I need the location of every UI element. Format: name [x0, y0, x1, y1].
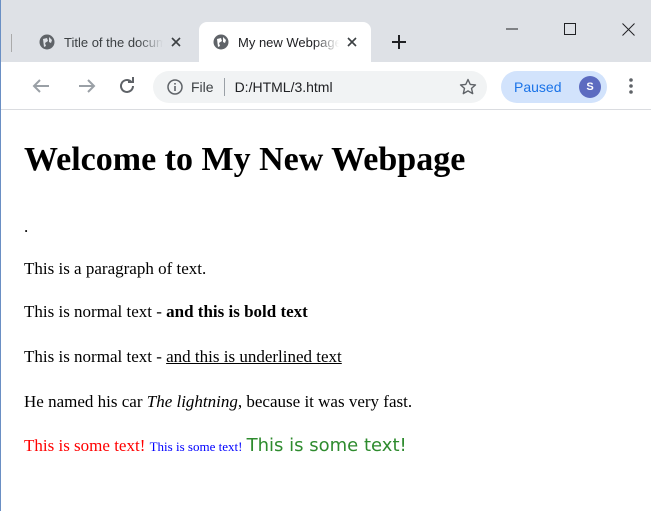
bold-text: and this is bold text: [166, 302, 308, 321]
normal-text: This is normal text -: [24, 302, 167, 321]
colored-text-line: This is some text! This is some text! Th…: [24, 435, 407, 458]
more-vert-icon[interactable]: [619, 74, 643, 98]
page-content: Welcome to My New Webpage . This is a pa…: [1, 110, 651, 511]
arrow-right-icon[interactable]: [75, 74, 99, 98]
close-icon[interactable]: [605, 14, 651, 44]
profile-status: Paused: [514, 79, 562, 95]
browser-window: Title of the document My new Webpage: [0, 0, 651, 511]
tab-title: My new Webpage: [238, 34, 339, 50]
italic-text: The lightning: [146, 392, 238, 411]
close-icon[interactable]: [343, 33, 361, 51]
bold-line: This is normal text - and this is bold t…: [24, 301, 308, 323]
arrow-left-icon[interactable]: [29, 74, 53, 98]
url-divider: [223, 78, 225, 96]
globe-icon: [213, 34, 229, 50]
paragraph-text: This is a paragraph of text.: [24, 259, 207, 278]
tab-strip: Title of the document My new Webpage: [1, 0, 651, 62]
red-text: This is some text!: [24, 436, 146, 455]
normal-text: This is normal text -: [24, 347, 167, 366]
italic-line-before: He named his car: [24, 392, 147, 411]
underlined-text: and this is underlined text: [166, 347, 342, 366]
italic-line: He named his car The lightning, because …: [24, 391, 412, 413]
plus-icon[interactable]: [387, 30, 411, 54]
tab-my-new-webpage[interactable]: My new Webpage: [199, 22, 371, 62]
avatar: S: [579, 76, 601, 98]
page-heading: Welcome to My New Webpage: [24, 141, 466, 178]
maximize-icon[interactable]: [547, 14, 593, 44]
blue-text: This is some text!: [149, 439, 243, 454]
green-text: This is some text!: [246, 435, 407, 456]
info-icon[interactable]: [167, 79, 183, 95]
minimize-icon[interactable]: [489, 14, 535, 44]
dot-text: .: [24, 217, 29, 236]
close-icon[interactable]: [167, 33, 185, 51]
star-icon[interactable]: [459, 78, 477, 96]
tab-title-of-the-document[interactable]: Title of the document: [25, 22, 195, 62]
address-bar[interactable]: File D:/HTML/3.html: [153, 71, 487, 103]
italic-line-after: , because it was very fast.: [237, 392, 413, 411]
underline-line: This is normal text - and this is underl…: [24, 346, 342, 368]
tab-title: Title of the document: [64, 34, 163, 50]
reload-icon[interactable]: [115, 74, 139, 98]
globe-icon: [39, 34, 55, 50]
url-scheme: File: [191, 79, 214, 95]
profile-button[interactable]: Paused S: [501, 71, 607, 103]
browser-toolbar: File D:/HTML/3.html Paused S: [1, 62, 651, 110]
tab-separator: [11, 34, 12, 52]
url-text[interactable]: D:/HTML/3.html: [235, 79, 333, 95]
